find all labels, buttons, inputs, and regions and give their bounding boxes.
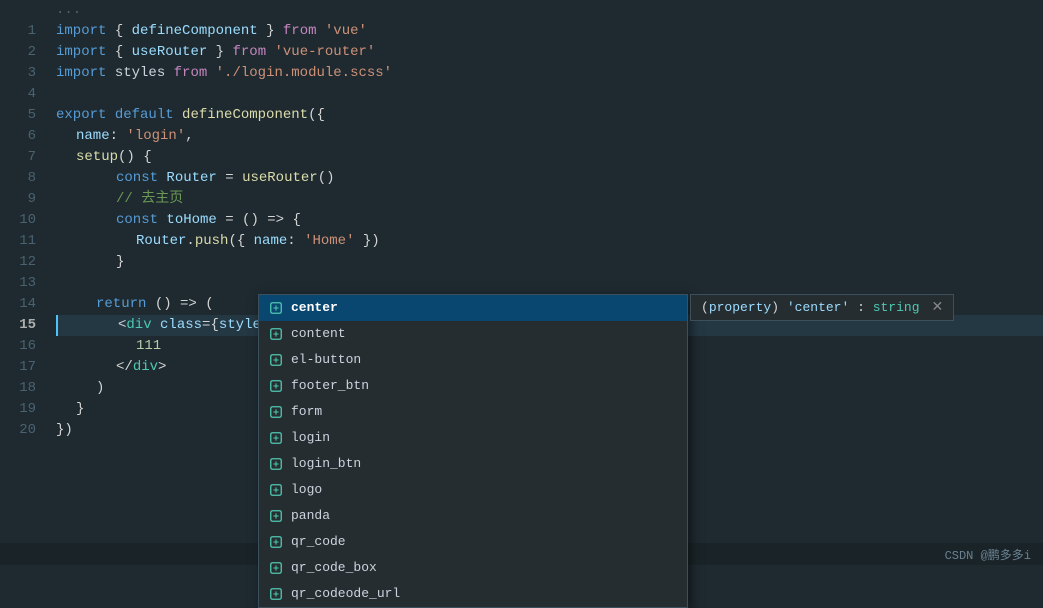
autocomplete-item-login[interactable]: login bbox=[259, 425, 687, 451]
code-line-10: const toHome = () => { bbox=[56, 210, 1043, 231]
autocomplete-item-label: panda bbox=[291, 505, 330, 527]
property-icon bbox=[267, 377, 285, 395]
code-line-9: // 去主页 bbox=[56, 189, 1043, 210]
autocomplete-item-label: qr_code bbox=[291, 531, 346, 553]
property-icon bbox=[267, 507, 285, 525]
status-label: CSDN @鹏多多i bbox=[945, 546, 1031, 563]
code-line-3: import styles from './login.module.scss' bbox=[56, 63, 1043, 84]
tooltip-text: (property) 'center' : string bbox=[701, 300, 920, 315]
autocomplete-item-label: content bbox=[291, 323, 346, 345]
property-icon bbox=[267, 559, 285, 577]
property-icon bbox=[267, 325, 285, 343]
autocomplete-item-label: el-button bbox=[291, 349, 361, 371]
property-icon bbox=[267, 429, 285, 447]
code-line-ellipsis: ... bbox=[56, 0, 1043, 21]
code-line-12: } bbox=[56, 252, 1043, 273]
line-numbers: 1 2 3 4 5 6 7 8 9 10 11 12 13 14 15 16 1… bbox=[0, 0, 48, 543]
autocomplete-item-logo[interactable]: logo bbox=[259, 477, 687, 503]
autocomplete-dropdown[interactable]: center content el-button footer_btn bbox=[258, 294, 688, 608]
code-line-13 bbox=[56, 273, 1043, 294]
code-line-2: import { useRouter } from 'vue-router' bbox=[56, 42, 1043, 63]
autocomplete-item-content[interactable]: content bbox=[259, 321, 687, 347]
tooltip-close-button[interactable]: ✕ bbox=[932, 299, 944, 316]
code-line-5: export default defineComponent ({ bbox=[56, 105, 1043, 126]
autocomplete-item-label: login_btn bbox=[291, 453, 361, 475]
property-icon bbox=[267, 299, 285, 317]
autocomplete-item-qr-codeode-url[interactable]: qr_codeode_url bbox=[259, 581, 687, 607]
code-line-7: setup () { bbox=[56, 147, 1043, 168]
code-line-1: import { defineComponent } from 'vue' bbox=[56, 21, 1043, 42]
property-icon bbox=[267, 351, 285, 369]
autocomplete-item-qr-code[interactable]: qr_code bbox=[259, 529, 687, 555]
code-line-8: const Router = useRouter () bbox=[56, 168, 1043, 189]
property-icon bbox=[267, 533, 285, 551]
property-icon bbox=[267, 455, 285, 473]
autocomplete-item-el-button[interactable]: el-button bbox=[259, 347, 687, 373]
autocomplete-item-login-btn[interactable]: login_btn bbox=[259, 451, 687, 477]
autocomplete-item-label: form bbox=[291, 401, 322, 423]
code-line-4 bbox=[56, 84, 1043, 105]
property-icon bbox=[267, 403, 285, 421]
autocomplete-item-label: qr_code_box bbox=[291, 557, 377, 579]
property-icon bbox=[267, 481, 285, 499]
autocomplete-item-qr-code-box[interactable]: qr_code_box bbox=[259, 555, 687, 581]
autocomplete-item-form[interactable]: form bbox=[259, 399, 687, 425]
autocomplete-item-panda[interactable]: panda bbox=[259, 503, 687, 529]
autocomplete-item-label: qr_codeode_url bbox=[291, 583, 400, 605]
autocomplete-item-label: footer_btn bbox=[291, 375, 369, 397]
code-line-11: Router . push ({ name : 'Home' }) bbox=[56, 231, 1043, 252]
autocomplete-item-footer-btn[interactable]: footer_btn bbox=[259, 373, 687, 399]
info-tooltip: (property) 'center' : string ✕ bbox=[690, 294, 954, 321]
property-icon bbox=[267, 585, 285, 603]
code-line-6: name : 'login' , bbox=[56, 126, 1043, 147]
autocomplete-item-label: center bbox=[291, 297, 338, 319]
autocomplete-item-center[interactable]: center bbox=[259, 295, 687, 321]
autocomplete-item-label: logo bbox=[291, 479, 322, 501]
autocomplete-item-label: login bbox=[291, 427, 330, 449]
